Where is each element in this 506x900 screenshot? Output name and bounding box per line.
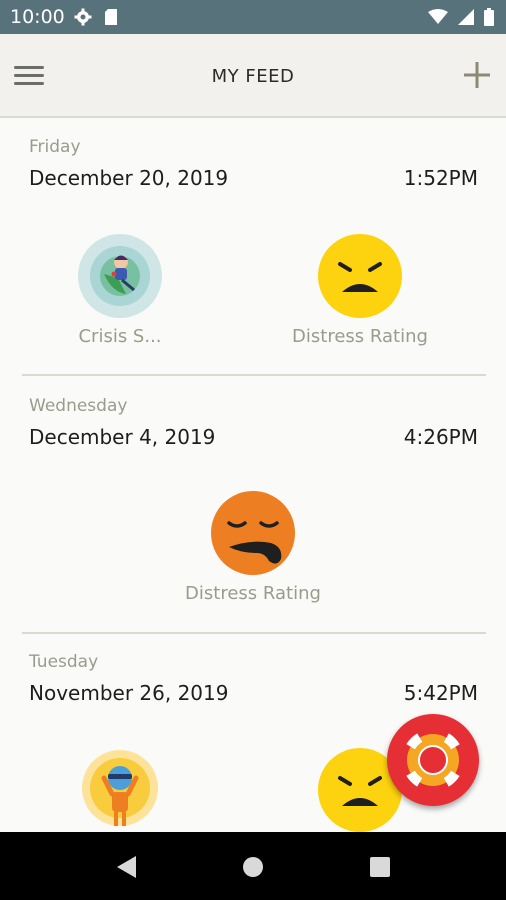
feed-item-crisis-support[interactable]: Crisis S...	[48, 234, 192, 347]
entry-day: Friday	[29, 137, 81, 157]
battery-icon	[484, 8, 494, 30]
entry-time: 5:42PM	[403, 681, 478, 705]
gear-icon	[74, 8, 92, 30]
plus-icon	[464, 62, 490, 88]
item-label: Distress Rating	[292, 326, 428, 347]
feed-item-activity[interactable]	[78, 748, 162, 832]
wifi-icon	[428, 9, 448, 29]
add-entry-button[interactable]	[462, 60, 492, 90]
feed-item-distress-rating[interactable]: Distress Rating	[268, 234, 452, 347]
item-label: Distress Rating	[185, 583, 321, 604]
status-time: 10:00	[10, 6, 65, 28]
entry-divider	[22, 374, 486, 376]
entry-date: December 20, 2019	[29, 166, 229, 190]
app-bar: MY FEED	[0, 34, 506, 118]
lifebuoy-icon	[402, 729, 464, 791]
crisis-help-button[interactable]	[387, 714, 479, 806]
feed-entry: Friday December 20, 2019 1:52PM Crisis S…	[0, 120, 506, 378]
entry-time: 1:52PM	[403, 166, 478, 190]
feed-entry: Wednesday December 4, 2019 4:26PM Distre…	[0, 378, 506, 634]
sun-person-icon	[82, 750, 158, 826]
home-icon[interactable]	[241, 854, 265, 880]
entry-date: December 4, 2019	[29, 425, 216, 449]
feed-item-distress-rating[interactable]: Distress Rating	[161, 491, 345, 604]
sad-face-yellow-icon	[318, 234, 402, 318]
item-label: Crisis S...	[78, 326, 162, 347]
back-icon[interactable]	[114, 854, 138, 880]
entry-time: 4:26PM	[403, 425, 478, 449]
cell-signal-icon	[458, 9, 474, 29]
sd-card-icon	[104, 8, 118, 30]
entry-date: November 26, 2019	[29, 681, 229, 705]
crisis-support-icon	[78, 234, 162, 318]
entry-day: Tuesday	[29, 652, 99, 672]
status-bar: 10:00	[0, 0, 506, 34]
system-nav-bar	[0, 832, 506, 900]
entry-day: Wednesday	[29, 396, 128, 416]
recents-icon[interactable]	[368, 854, 392, 880]
drooling-face-orange-icon	[211, 491, 295, 575]
page-title: MY FEED	[211, 66, 295, 87]
